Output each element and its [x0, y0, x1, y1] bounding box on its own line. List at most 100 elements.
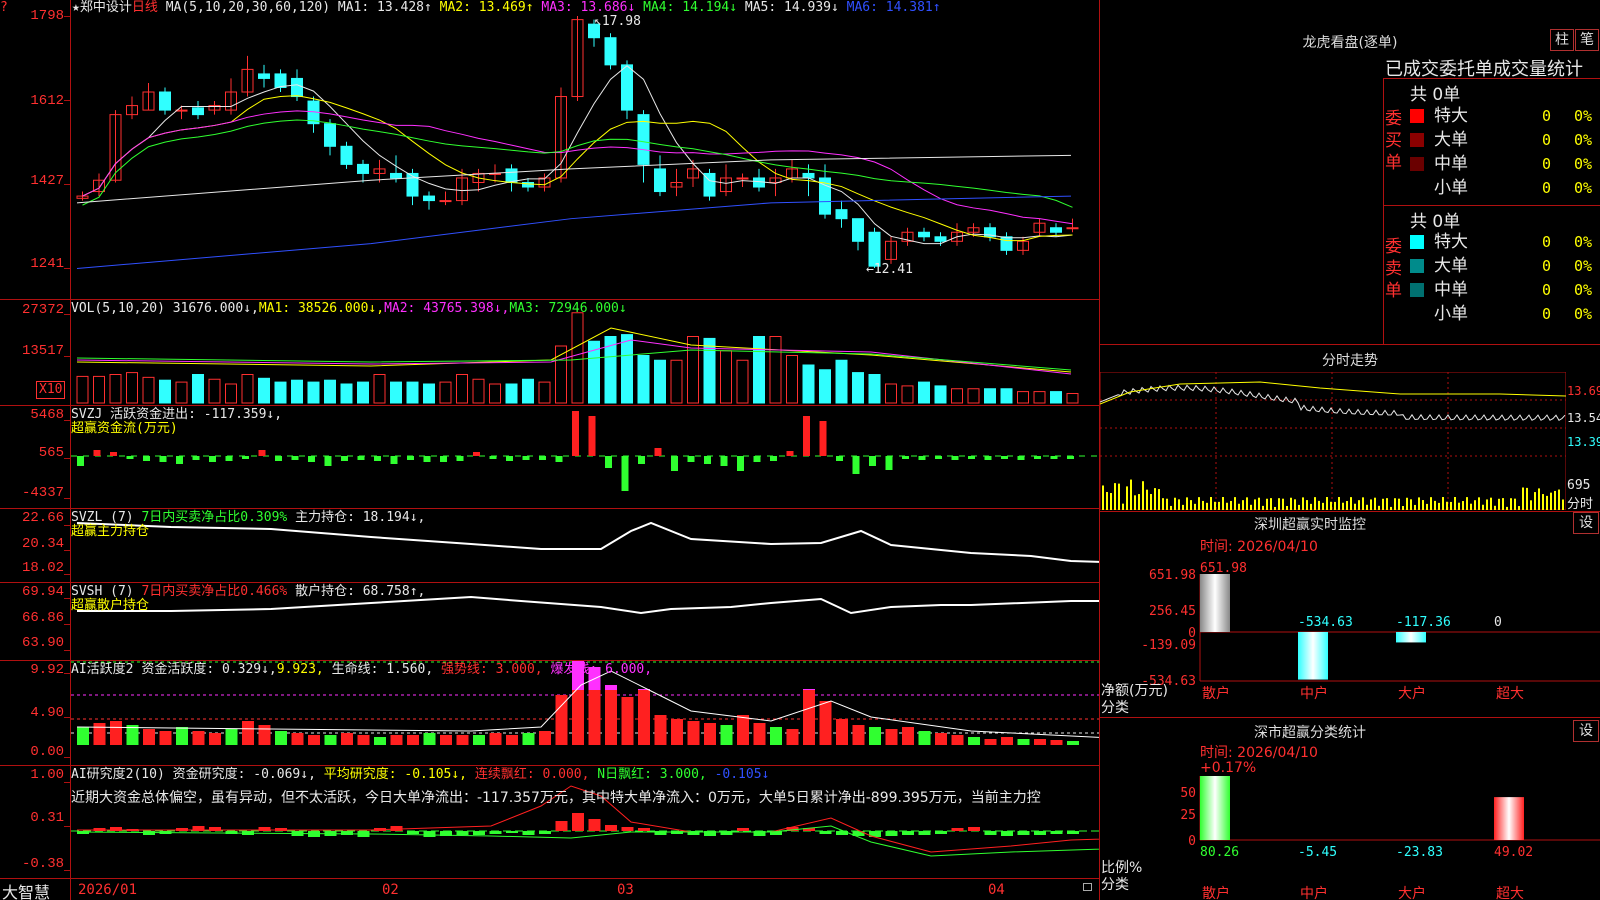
sz-stats-settings-button[interactable]: 设 [1573, 720, 1599, 742]
brand-logo: 大智慧 [2, 883, 51, 900]
intraday-price-label: 13.69 [1567, 384, 1600, 398]
intraday-vol-bar [1494, 505, 1496, 510]
buy-side-label: 委买单 [1385, 109, 1402, 173]
high-annotation: ↖17.98 [594, 14, 641, 29]
intraday-vol-bar [1218, 501, 1220, 510]
intraday-vol-bar [1266, 498, 1268, 510]
ma-value-4: MA4: 14.194↓ [635, 0, 738, 15]
research-bar [885, 831, 898, 836]
volume-bar [967, 388, 980, 404]
svzl-subtitle: 超赢主力持仓 [71, 524, 150, 539]
intraday-vol-bar [1302, 497, 1304, 510]
vol-ma3-line [76, 349, 1072, 371]
research-bar [489, 831, 502, 834]
volume-bar [934, 385, 947, 404]
ai2-header: AI研究度2(10) 资金研究度: -0.069↓, 平均研究度: -0.105… [71, 767, 769, 783]
research-bar [935, 831, 947, 834]
sz-stats-title: 深市超赢分类统计 [1254, 725, 1366, 741]
intraday-vol-bar [1378, 505, 1380, 510]
candle [1000, 236, 1013, 251]
activity-bar [654, 715, 667, 745]
order-count: 0 [1542, 131, 1552, 149]
flow-bar [803, 416, 810, 456]
flow-bar [918, 456, 926, 460]
y-tick-label: 1427 [30, 173, 64, 189]
sell-row: 小单 0 0% [1408, 302, 1600, 326]
monitor-category: 大户 [1398, 685, 1426, 702]
intraday-vol-bar [1206, 502, 1208, 510]
sz-monitor-settings-button[interactable]: 设 [1573, 512, 1599, 534]
stats-value: -23.83 [1396, 845, 1443, 860]
volume-bar [885, 383, 897, 404]
research-bar [1050, 831, 1063, 834]
candle [835, 209, 848, 220]
sz-monitor-title: 深圳超赢实时监控 [1254, 517, 1366, 533]
ai2-value6: -0.105↓ [714, 767, 770, 782]
flow-bar [770, 456, 777, 461]
research-bar [968, 827, 980, 831]
intraday-vol-bar [1282, 498, 1284, 510]
stats-category: 中户 [1300, 885, 1328, 900]
flow-bar [869, 456, 876, 466]
intraday-vol-bar [1502, 498, 1504, 510]
category-bar [1494, 797, 1524, 840]
activity-bar [176, 727, 188, 745]
candle [274, 73, 287, 88]
tick-view-button[interactable]: 笔 [1575, 29, 1599, 51]
volume-bar [373, 374, 386, 404]
lock-icon[interactable] [1083, 883, 1092, 891]
legend-swatch [1410, 307, 1424, 321]
intraday-chart[interactable] [1100, 372, 1566, 510]
stock-name[interactable]: 郑中设计 [80, 0, 132, 15]
order-count: 0 [1542, 305, 1552, 323]
intraday-vol-bar [1230, 500, 1232, 510]
legend-swatch [1410, 235, 1424, 249]
main-holding-line [76, 521, 1099, 563]
candle [340, 145, 353, 165]
intraday-vol-bar [1150, 494, 1152, 510]
intraday-unit: 分时 [1567, 497, 1594, 512]
candle [736, 177, 749, 180]
vol-unit-badge[interactable]: X10 [36, 381, 66, 399]
svsh-ratio: 7日内买卖净占比0.466% [141, 584, 288, 599]
bar-body [1396, 632, 1426, 643]
intraday-vol-bar [1254, 499, 1256, 510]
intraday-vol-bar [1294, 499, 1296, 510]
intraday-vol-bar [1310, 503, 1312, 510]
volume-bar [654, 359, 666, 404]
legend-swatch [1410, 181, 1424, 195]
vol-ma2: MA2: 43765.398↓, [384, 301, 510, 316]
order-pct: 0% [1574, 107, 1593, 125]
research-bar [621, 827, 634, 831]
sz-stats-chart[interactable]: 75 50 25 0 80.26 散户 -5.45 中户 -23.83 大户 49.02 超大 [1100, 776, 1600, 900]
ma-value-1: MA1: 13.428↑ [337, 0, 432, 15]
volume-bar [241, 374, 254, 404]
sz-monitor-chart[interactable]: 651.98256.450-139.09-534.63651.98散户-534.… [1100, 552, 1600, 702]
period-label[interactable]: 日线 [132, 0, 158, 15]
flow-bar [1017, 456, 1025, 460]
ai1-value2: 9.923, [276, 662, 324, 677]
research-bar [1001, 831, 1013, 836]
order-pct: 0% [1574, 131, 1593, 149]
intraday-vol-bar [1534, 492, 1536, 510]
intraday-vol-bar [1362, 497, 1364, 510]
intraday-vol-bar [1154, 488, 1156, 510]
ai2-consec-red: 连续飘红: 0.000, [474, 767, 590, 782]
kline-chart[interactable] [71, 0, 1099, 299]
volume-bar [208, 378, 221, 404]
volume-bar [918, 381, 930, 404]
flow-bar [473, 452, 480, 456]
bar-view-button[interactable]: 柱 [1550, 29, 1574, 51]
favorite-star-icon[interactable]: ★ [72, 0, 80, 15]
buy-total: 共 0单 [1410, 85, 1461, 105]
lhb-tabs[interactable]: 已成交委托单成交量统计 [1385, 55, 1583, 81]
flow-bar [77, 456, 84, 466]
intraday-vol-bar [1414, 504, 1416, 510]
monitor-y-label: 256.45 [1149, 604, 1196, 619]
y-tick-label: 1612 [30, 93, 64, 109]
flow-bar [357, 456, 365, 460]
flow-bar [539, 456, 546, 460]
buy-row: 中单 0 0% [1408, 152, 1600, 176]
category-bar [1200, 776, 1230, 840]
svzl-title: SVZL (7) [71, 510, 134, 525]
